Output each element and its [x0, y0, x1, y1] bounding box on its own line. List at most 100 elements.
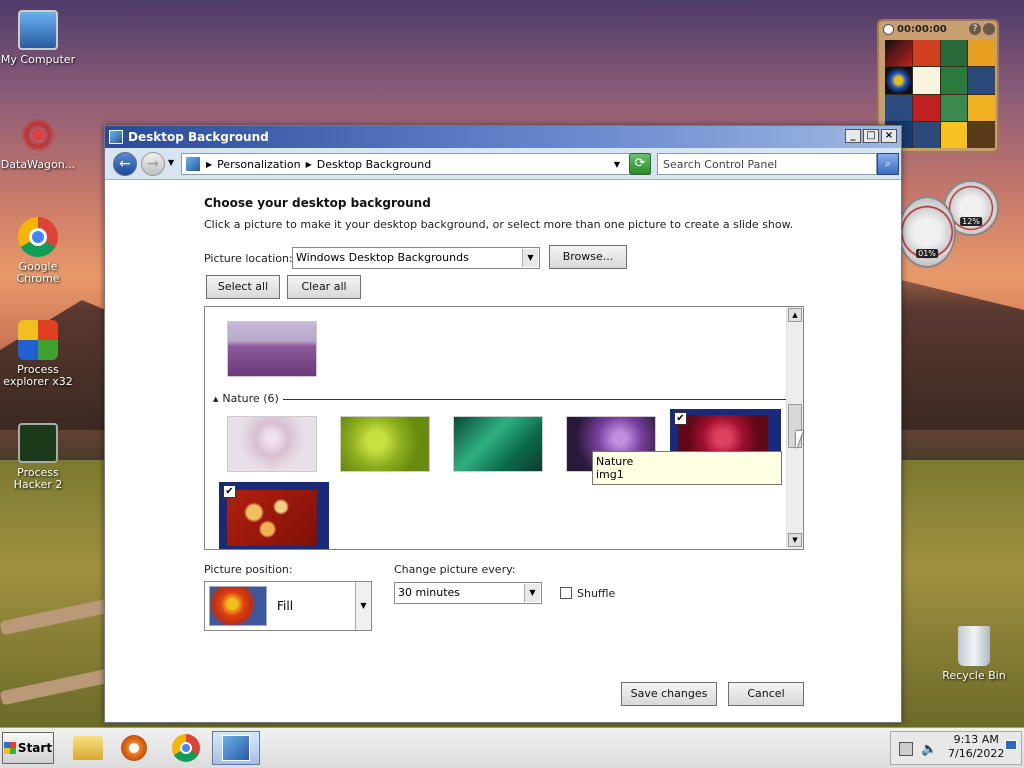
address-bar: ← → ▼ ▶ Personalization ▶ Desktop Backgr… [105, 148, 901, 180]
desktop-icon-recycle-bin[interactable]: Recycle Bin [934, 626, 1014, 682]
group-name: Nature (6) [222, 392, 279, 405]
control-panel-icon [109, 130, 123, 144]
crumb-arrow-icon[interactable]: ▶ [306, 160, 312, 169]
icon-label: Google Chrome [16, 260, 60, 285]
maximize-button[interactable]: □ [863, 129, 879, 143]
icon-label: Process explorer x32 [3, 363, 73, 388]
picture-position-label: Picture position: [204, 563, 293, 576]
browse-button[interactable]: Browse... [549, 245, 627, 269]
puzzle-header: 00:00:00 ? [879, 21, 997, 39]
thumbnail-nature-3[interactable] [453, 416, 543, 472]
cancel-button[interactable]: Cancel [728, 682, 804, 706]
desktop-icon-datawagon[interactable]: DataWagon... [0, 115, 78, 171]
forward-button[interactable]: → [141, 152, 165, 176]
folder-icon [73, 736, 103, 760]
taskbar: Start 🔈 9:13 AM 7/16/2022 [0, 727, 1024, 768]
volume-icon[interactable]: 🔈 [921, 742, 937, 757]
change-every-label: Change picture every: [394, 563, 516, 576]
select-all-button[interactable]: Select all [206, 275, 280, 299]
thumbnail-selection-nature-6[interactable]: ✔ [219, 482, 329, 549]
breadcrumb-personalization[interactable]: Personalization [217, 158, 300, 171]
taskbar-chrome[interactable] [162, 731, 210, 765]
taskbar-explorer[interactable] [64, 731, 112, 765]
network-icon[interactable] [899, 742, 913, 756]
breadcrumb[interactable]: ▶ Personalization ▶ Desktop Background ▼ [181, 153, 651, 175]
position-preview-icon [209, 586, 267, 626]
gallery-scrollbar[interactable]: ▲ ▼ [786, 307, 803, 549]
checkbox-checked-icon[interactable]: ✔ [674, 412, 687, 425]
change-every-value: 30 minutes [398, 586, 461, 599]
minimize-button[interactable]: _ [845, 129, 861, 143]
desktop-icon-process-hacker[interactable]: Process Hacker 2 [0, 423, 78, 491]
recent-pages-icon[interactable]: ▼ [168, 158, 174, 167]
timer-icon [883, 24, 894, 35]
desktop-icon-google-chrome[interactable]: Google Chrome [0, 217, 78, 285]
address-dropdown-icon[interactable]: ▼ [614, 160, 620, 169]
close-button[interactable]: × [881, 129, 897, 143]
start-button[interactable]: Start [2, 732, 54, 764]
desktop-background-window[interactable]: Desktop Background _ □ × ← → ▼ ▶ Persona… [104, 125, 902, 723]
search-input[interactable]: Search Control Panel [657, 153, 877, 175]
picture-location-value: Windows Desktop Backgrounds [296, 251, 469, 264]
scroll-up-icon[interactable]: ▲ [788, 308, 802, 322]
tooltip-line-2: img1 [596, 468, 624, 481]
windows-logo-icon [3, 742, 16, 754]
crumb-arrow-icon[interactable]: ▶ [206, 160, 212, 169]
icon-label: Process Hacker 2 [13, 466, 63, 491]
picture-gallery[interactable]: ▲ Nature (6) ✔ ✔ Nature img1 ▲ ▼ [204, 306, 804, 550]
process-explorer-icon [18, 320, 58, 360]
thumbnail-lavender[interactable] [227, 321, 317, 377]
thumbnail-nature-5[interactable] [678, 415, 768, 453]
recycle-bin-icon [958, 626, 990, 666]
breadcrumb-desktop-background[interactable]: Desktop Background [317, 158, 432, 171]
picture-position-select[interactable]: Fill ▼ [204, 581, 372, 631]
thumbnail-nature-2[interactable] [340, 416, 430, 472]
process-hacker-icon [18, 423, 58, 463]
thumbnail-nature-1[interactable] [227, 416, 317, 472]
icon-label: My Computer [0, 53, 76, 66]
control-panel-icon [222, 735, 250, 761]
scroll-down-icon[interactable]: ▼ [788, 533, 802, 547]
help-icon[interactable]: ? [969, 23, 981, 35]
clock[interactable]: 9:13 AM 7/16/2022 [948, 733, 1004, 761]
clear-all-button[interactable]: Clear all [287, 275, 361, 299]
desktop-icon-my-computer[interactable]: My Computer [0, 10, 78, 66]
desktop-icon-process-explorer[interactable]: Process explorer x32 [0, 320, 78, 388]
save-changes-button[interactable]: Save changes [621, 682, 717, 706]
icon-label: Recycle Bin [942, 669, 1006, 682]
group-header-nature[interactable]: ▲ Nature (6) [213, 392, 788, 405]
chevron-down-icon[interactable]: ▼ [524, 584, 540, 602]
collapse-icon[interactable]: ▲ [213, 395, 218, 403]
shuffle-label[interactable]: Shuffle [577, 587, 615, 600]
mouse-cursor-icon [796, 431, 803, 449]
taskbar-media-player[interactable] [110, 731, 158, 765]
icon-label: DataWagon... [0, 158, 76, 171]
chrome-icon [18, 217, 58, 257]
window-title: Desktop Background [128, 130, 269, 144]
back-button[interactable]: ← [113, 152, 137, 176]
chevron-down-icon[interactable]: ▼ [355, 582, 371, 630]
change-every-select[interactable]: 30 minutes ▼ [394, 582, 542, 604]
thumbnail-selection-nature-5[interactable]: ✔ [670, 409, 781, 453]
search-icon[interactable]: ⌕ [877, 153, 899, 175]
settings-icon[interactable] [983, 23, 995, 35]
window-titlebar[interactable]: Desktop Background _ □ × [105, 126, 901, 148]
taskbar-control-panel[interactable] [212, 731, 260, 765]
refresh-button[interactable]: ⟳ [629, 153, 651, 175]
clock-time: 9:13 AM [953, 733, 999, 746]
media-player-icon [121, 735, 147, 761]
picture-position-value: Fill [277, 599, 294, 613]
checkbox-checked-icon[interactable]: ✔ [223, 485, 236, 498]
picture-location-select[interactable]: Windows Desktop Backgrounds ▼ [292, 247, 540, 269]
page-heading: Choose your desktop background [204, 196, 431, 210]
thumbnail-nature-6[interactable] [227, 490, 317, 546]
chevron-down-icon[interactable]: ▼ [522, 249, 538, 267]
shuffle-checkbox[interactable] [560, 587, 572, 599]
show-desktop-icon[interactable] [1005, 740, 1017, 750]
puzzle-timer: 00:00:00 [897, 24, 947, 35]
memory-value: 12% [960, 217, 982, 226]
clock-date: 7/16/2022 [948, 747, 1005, 760]
tooltip-line-1: Nature [596, 455, 634, 468]
computer-icon [18, 10, 58, 50]
tooltip: Nature img1 [592, 451, 782, 485]
